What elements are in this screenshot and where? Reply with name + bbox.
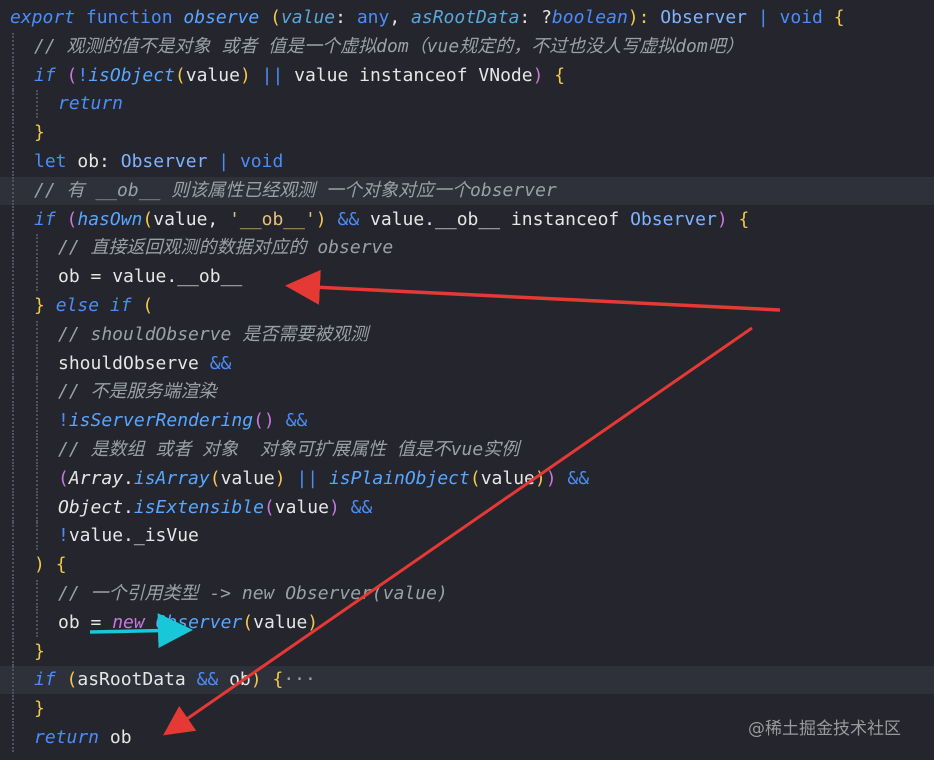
red-arrow-to-ob-assignment	[285, 269, 781, 312]
red-arrow-to-return-ob	[163, 326, 753, 736]
cyan-arrow-to-new-observer	[89, 613, 193, 649]
annotation-layer	[89, 269, 781, 736]
